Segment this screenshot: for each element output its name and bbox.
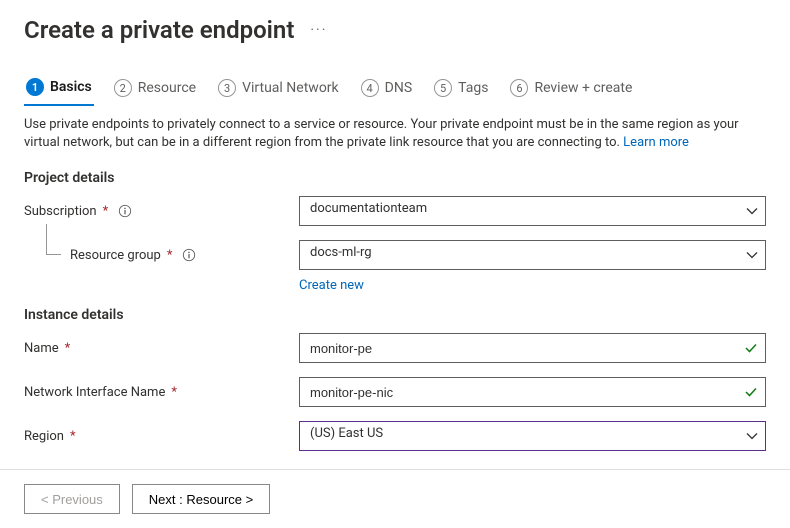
label-region: Region * (24, 429, 299, 444)
step-number-5: 5 (434, 79, 452, 97)
step-number-6: 6 (510, 79, 528, 97)
region-select[interactable]: (US) East US (299, 421, 766, 451)
subscription-select[interactable]: documentationteam (299, 196, 766, 226)
wizard-tabs: 1 Basics 2 Resource 3 Virtual Network 4 … (24, 72, 766, 106)
label-text: Name (24, 341, 59, 356)
tab-review-create[interactable]: 6 Review + create (508, 72, 634, 106)
tab-label: Virtual Network (242, 80, 339, 96)
previous-button: < Previous (24, 484, 120, 514)
tab-basics[interactable]: 1 Basics (24, 72, 94, 106)
required-asterisk: * (171, 385, 177, 400)
label-subscription: Subscription * (24, 204, 299, 219)
section-project-details: Project details (24, 170, 766, 186)
label-text: Subscription (24, 204, 97, 219)
more-options-icon[interactable]: ··· (310, 22, 327, 38)
tab-description: Use private endpoints to privately conne… (24, 116, 766, 152)
label-text: Region (24, 429, 64, 444)
tab-label: Resource (138, 80, 196, 96)
tab-label: Review + create (534, 80, 632, 96)
label-text: Network Interface Name (24, 385, 165, 400)
info-icon[interactable] (118, 204, 132, 218)
name-input[interactable] (299, 333, 766, 363)
step-number-4: 4 (361, 79, 379, 97)
tab-dns[interactable]: 4 DNS (359, 72, 415, 106)
label-name: Name * (24, 341, 299, 356)
tab-virtual-network[interactable]: 3 Virtual Network (216, 72, 341, 106)
nic-name-input[interactable] (299, 377, 766, 407)
tab-tags[interactable]: 5 Tags (432, 72, 490, 106)
info-icon[interactable] (182, 248, 196, 262)
wizard-footer: < Previous Next : Resource > (0, 469, 790, 528)
label-resource-group: Resource group * (24, 248, 299, 263)
required-asterisk: * (70, 429, 76, 444)
tab-resource[interactable]: 2 Resource (112, 72, 198, 106)
learn-more-link[interactable]: Learn more (623, 135, 689, 150)
label-text: Resource group (70, 248, 161, 263)
step-number-3: 3 (218, 79, 236, 97)
page-title: Create a private endpoint (24, 16, 294, 44)
resource-group-select[interactable]: docs-ml-rg (299, 240, 766, 270)
required-asterisk: * (103, 204, 109, 219)
next-button[interactable]: Next : Resource > (132, 484, 270, 514)
tab-label: DNS (385, 80, 413, 96)
tab-label: Basics (50, 79, 92, 95)
section-instance-details: Instance details (24, 307, 766, 323)
required-asterisk: * (65, 341, 71, 356)
step-number-2: 2 (114, 79, 132, 97)
label-nic-name: Network Interface Name * (24, 385, 299, 400)
create-new-link[interactable]: Create new (299, 278, 364, 293)
required-asterisk: * (167, 248, 173, 263)
tab-label: Tags (458, 80, 488, 96)
step-number-1: 1 (26, 78, 44, 96)
